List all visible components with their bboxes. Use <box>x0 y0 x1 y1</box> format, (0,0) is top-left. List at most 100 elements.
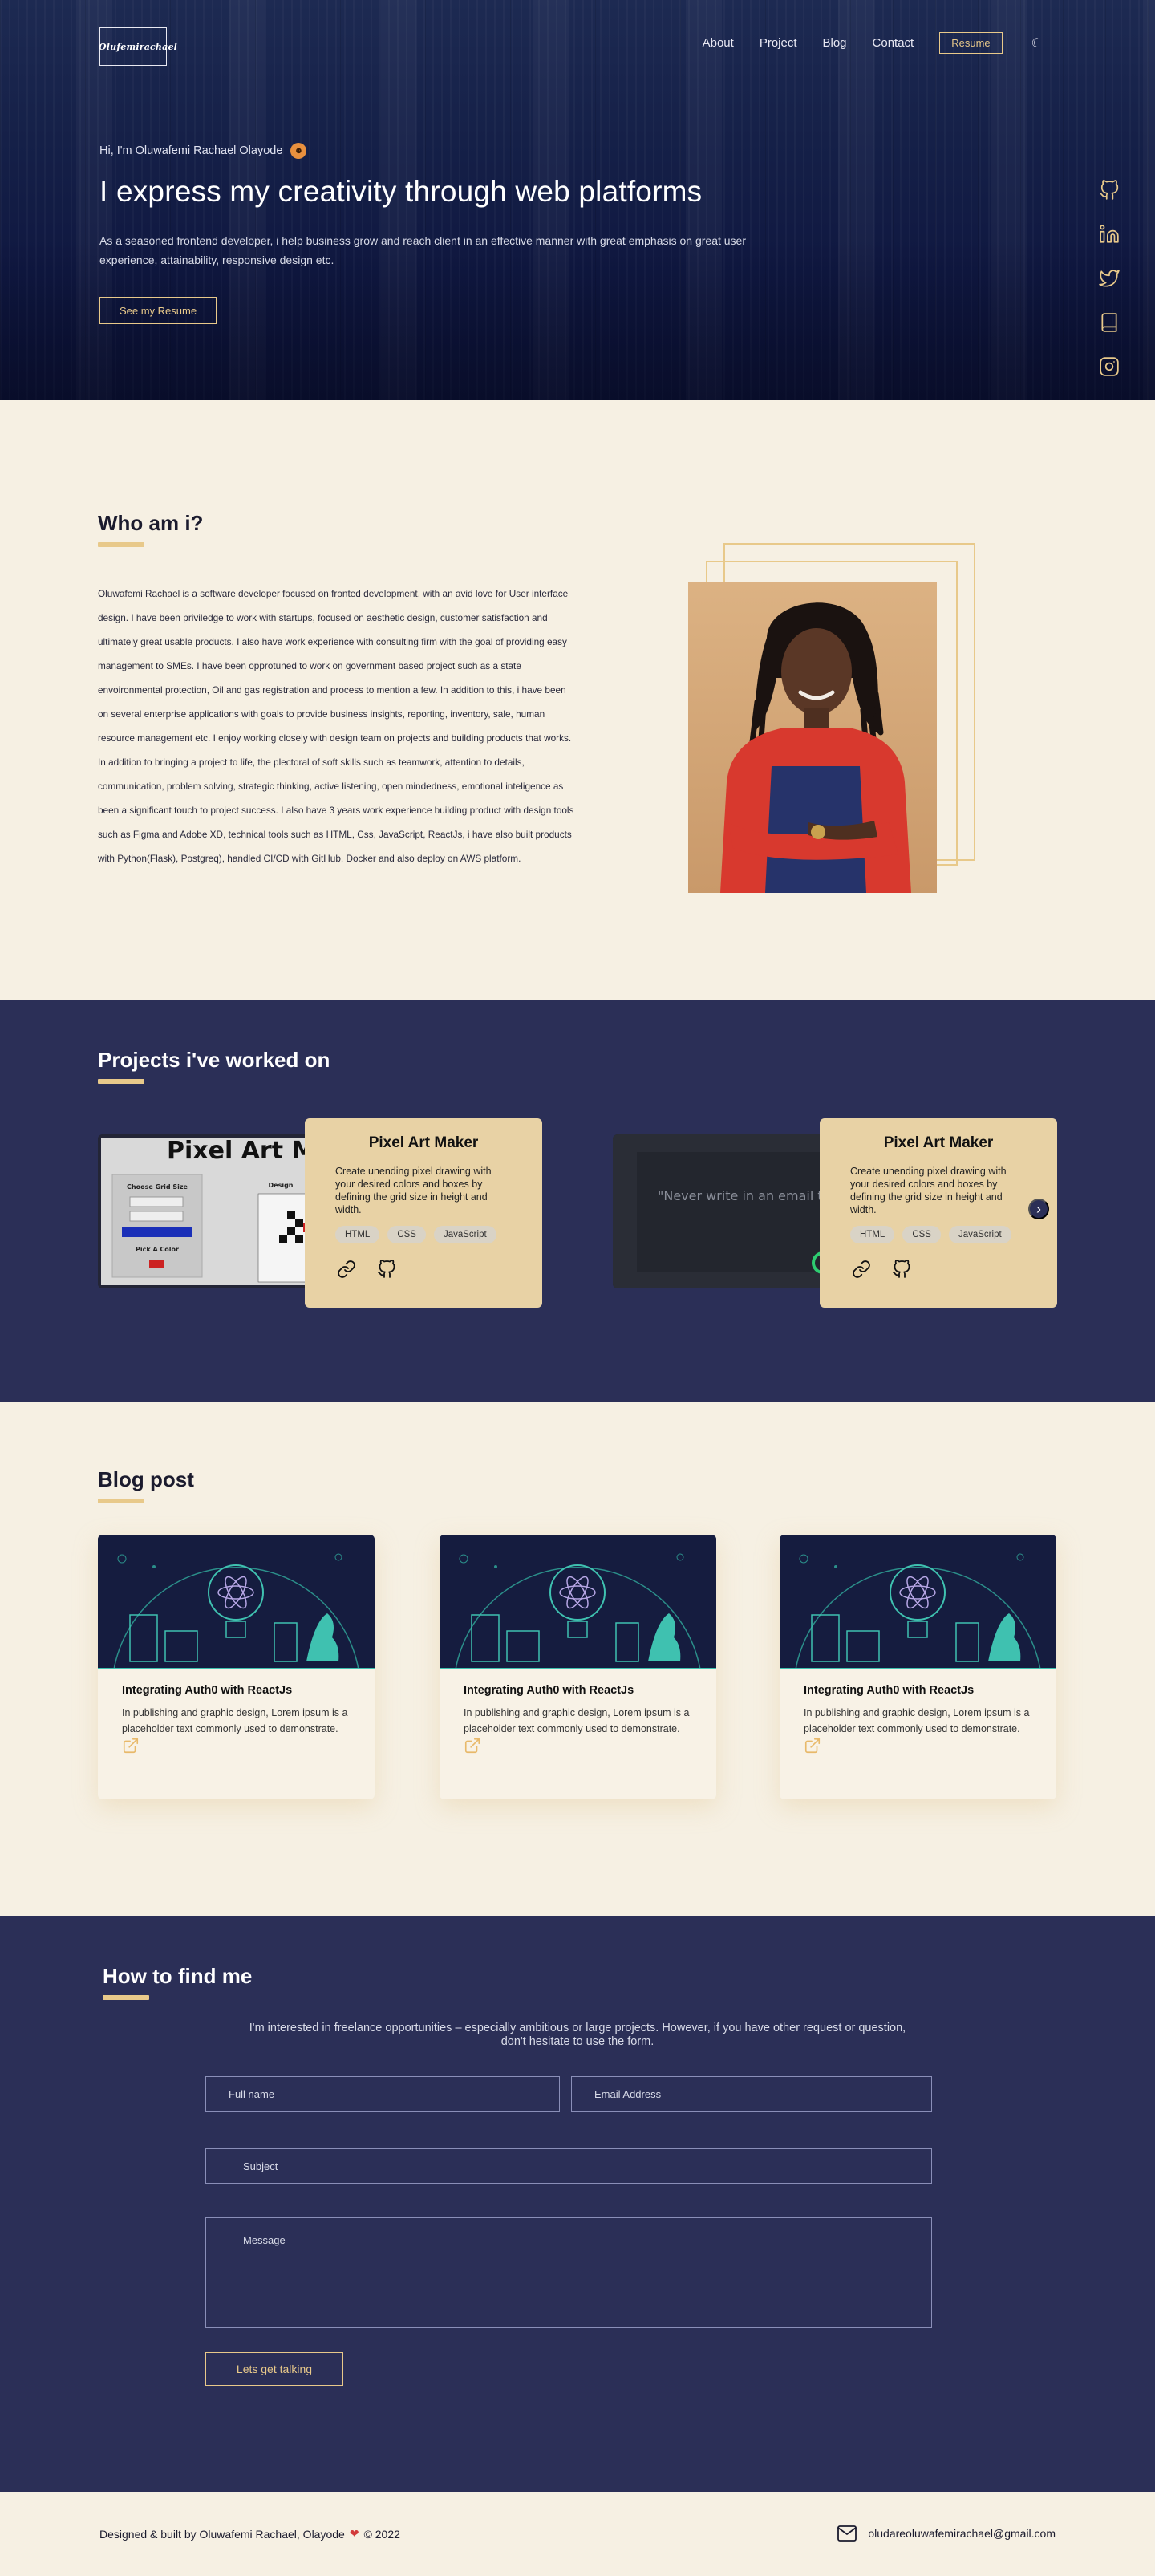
fullname-field[interactable]: Full name <box>205 2076 560 2112</box>
blog-description: In publishing and graphic design, Lorem … <box>804 1707 1030 1734</box>
about-paragraph-1: Oluwafemi Rachael is a software develope… <box>98 588 572 744</box>
logo-text: Olufemirachael <box>99 41 178 52</box>
project-description: Create unending pixel drawing with your … <box>850 1166 1007 1215</box>
top-nav: Olufemirachael About Project Blog Contac… <box>0 0 1155 85</box>
copyright-text: © 2022 <box>363 2527 400 2541</box>
moon-icon[interactable]: ☾ <box>1031 35 1043 51</box>
blog-body: Integrating Auth0 with ReactJs In publis… <box>98 1669 375 1773</box>
contact-intro: I'm interested in freelance opportunitie… <box>249 2022 906 2048</box>
link-icon[interactable] <box>337 1260 356 1283</box>
project-screenshot[interactable]: Pixel Art M Choose Grid Size Pick A Colo… <box>98 1134 335 1288</box>
tag-javascript: JavaScript <box>433 1226 496 1243</box>
nav-link-project[interactable]: Project <box>760 36 797 50</box>
book-icon[interactable] <box>1099 312 1120 333</box>
nav-link-blog[interactable]: Blog <box>823 36 847 50</box>
submit-button[interactable]: Lets get talking <box>205 2352 343 2386</box>
greeting-text: Hi, I'm Oluwafemi Rachael Olayode <box>99 144 283 157</box>
blog-description: In publishing and graphic design, Lorem … <box>464 1707 690 1734</box>
chevron-right-icon[interactable]: › <box>1028 1199 1049 1219</box>
smiling-face-icon: ☻ <box>290 143 307 159</box>
hero-greeting: Hi, I'm Oluwafemi Rachael Olayode ☻ <box>99 143 307 159</box>
blog-description: In publishing and graphic design, Lorem … <box>122 1707 348 1734</box>
tag-javascript: JavaScript <box>948 1226 1011 1243</box>
mail-icon <box>837 2525 857 2542</box>
tag-html: HTML <box>335 1226 380 1243</box>
blog-card[interactable]: Integrating Auth0 with ReactJs In publis… <box>440 1535 716 1799</box>
profile-photo <box>688 582 937 893</box>
project-title: Pixel Art Maker <box>368 1134 479 1151</box>
github-icon[interactable] <box>1099 180 1120 201</box>
blog-title: Integrating Auth0 with ReactJs <box>804 1684 975 1697</box>
profile-photo-block <box>688 543 977 893</box>
project-title: Pixel Art Maker <box>883 1134 994 1151</box>
external-link-icon[interactable] <box>804 1738 821 1758</box>
hero-title: I express my creativity through web plat… <box>99 175 703 208</box>
project-links <box>850 1260 1027 1283</box>
footer: Designed & built by Oluwafemi Rachael, O… <box>0 2492 1155 2576</box>
logo[interactable]: Olufemirachael <box>99 27 177 66</box>
footer-email: oludareoluwafemirachael@gmail.com <box>868 2527 1056 2540</box>
linkedin-icon[interactable] <box>1099 224 1120 245</box>
email-field[interactable]: Email Address <box>571 2076 932 2112</box>
credit-text: Designed & built by Oluwafemi Rachael, O… <box>99 2527 345 2541</box>
screenshot-title: Pixel Art M <box>167 1137 315 1165</box>
blog-body: Integrating Auth0 with ReactJs In publis… <box>780 1669 1056 1773</box>
footer-credit: Designed & built by Oluwafemi Rachael, O… <box>99 2527 400 2541</box>
blog-card[interactable]: Integrating Auth0 with ReactJs In publis… <box>780 1535 1056 1799</box>
message-field[interactable]: Message <box>205 2217 932 2328</box>
contact-section: How to find me I'm interested in freelan… <box>0 1916 1155 2492</box>
about-section: Who am i? Oluwafemi Rachael is a softwar… <box>0 400 1155 1000</box>
link-icon[interactable] <box>852 1260 871 1283</box>
blog-heading: Blog post <box>98 1467 194 1491</box>
resume-button[interactable]: Resume <box>939 32 1003 54</box>
project-description: Create unending pixel drawing with your … <box>335 1166 492 1215</box>
blog-section: Blog post Integrating Auth0 with ReactJs… <box>0 1402 1155 1916</box>
twitter-icon[interactable] <box>1099 268 1120 289</box>
heading-underline <box>98 542 144 547</box>
social-links <box>1099 180 1120 377</box>
about-text: Oluwafemi Rachael is a software develope… <box>98 582 576 870</box>
blog-illustration <box>440 1535 716 1669</box>
github-icon[interactable] <box>892 1260 911 1283</box>
project-item: Pixel Art M Choose Grid Size Pick A Colo… <box>98 1118 542 1308</box>
instagram-icon[interactable] <box>1099 356 1120 377</box>
projects-heading-block: Projects i've worked on <box>98 1048 330 1084</box>
heart-icon: ❤ <box>349 2527 359 2540</box>
project-tags: HTML CSS JavaScript <box>850 1226 1027 1243</box>
nav-link-about[interactable]: About <box>703 36 734 50</box>
contact-heading: How to find me <box>103 1964 253 1988</box>
about-heading-block: Who am i? <box>98 511 203 547</box>
screenshot-label-grid: Choose Grid Size <box>127 1183 188 1191</box>
contact-heading-block: How to find me <box>103 1964 252 2000</box>
projects-section: Projects i've worked on Pixel Art M Choo… <box>0 1000 1155 1402</box>
heading-underline <box>98 1079 144 1084</box>
blog-card[interactable]: Integrating Auth0 with ReactJs In publis… <box>98 1535 375 1799</box>
subject-field[interactable]: Subject <box>205 2148 932 2184</box>
about-heading: Who am i? <box>98 511 204 535</box>
nav-links: About Project Blog Contact Resume ☾ <box>703 32 1043 54</box>
project-card: Pixel Art Maker Create unending pixel dr… <box>820 1118 1057 1308</box>
external-link-icon[interactable] <box>122 1738 140 1758</box>
project-tags: HTML CSS JavaScript <box>335 1226 512 1243</box>
blog-illustration <box>780 1535 1056 1669</box>
nav-link-contact[interactable]: Contact <box>873 36 914 50</box>
heading-underline <box>98 1499 144 1503</box>
heading-underline <box>103 1995 149 2000</box>
screenshot-label-color: Pick A Color <box>136 1246 179 1253</box>
project-card: Pixel Art Maker Create unending pixel dr… <box>305 1118 542 1308</box>
project-item: "Never write in an email to someone what… <box>613 1118 1057 1308</box>
see-resume-button[interactable]: See my Resume <box>99 297 217 324</box>
tag-css: CSS <box>387 1226 426 1243</box>
tag-html: HTML <box>850 1226 895 1243</box>
blog-illustration <box>98 1535 375 1669</box>
blog-body: Integrating Auth0 with ReactJs In publis… <box>440 1669 716 1773</box>
github-icon[interactable] <box>377 1260 396 1283</box>
about-paragraph-2: In addition to bringing a project to lif… <box>98 757 574 864</box>
project-screenshot[interactable]: "Never write in an email to someone what… <box>613 1134 850 1288</box>
blog-title: Integrating Auth0 with ReactJs <box>464 1684 634 1697</box>
hero-description: As a seasoned frontend developer, i help… <box>99 234 747 266</box>
projects-heading: Projects i've worked on <box>98 1048 330 1072</box>
tag-css: CSS <box>902 1226 941 1243</box>
external-link-icon[interactable] <box>464 1738 481 1758</box>
footer-email-link[interactable]: oludareoluwafemirachael@gmail.com <box>837 2525 1056 2542</box>
